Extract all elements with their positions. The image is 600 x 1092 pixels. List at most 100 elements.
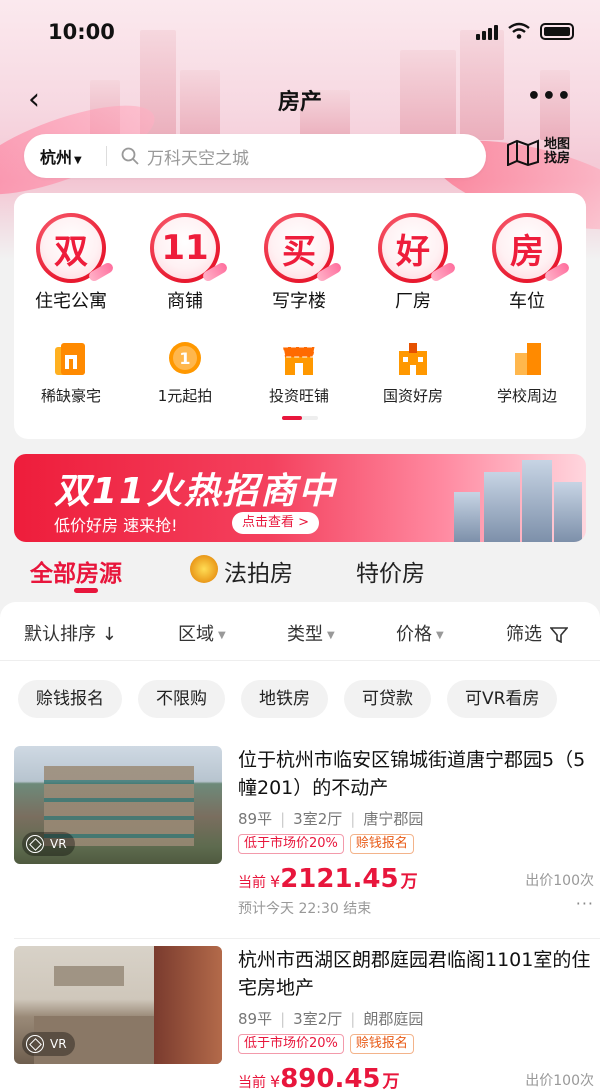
category-label: 住宅公寓 — [35, 291, 107, 312]
double11-badge-icon: 好 — [378, 213, 457, 283]
tab-judicial[interactable]: 法拍房 — [224, 554, 293, 588]
badge-glyph: 好 — [396, 231, 430, 272]
listing-item[interactable]: VR 杭州市西湖区朗郡庭园君临阁1101室的住宅房地产 89平 | 3室2厅 | 朗郡庭… — [14, 946, 600, 1092]
tab-discount[interactable]: 特价房 — [356, 554, 425, 588]
promo-subtitle: 低价好房 速来抢! — [54, 516, 178, 535]
listing-item[interactable]: VR 位于杭州市临安区锦城街道唐宁郡园5（5幢201）的不动产 89平 | 3室2厅… — [14, 746, 600, 930]
vr-badge: VR — [22, 1032, 75, 1056]
divider — [14, 938, 600, 939]
page-indicator — [282, 416, 318, 420]
vr-label: VR — [50, 837, 67, 851]
category-office[interactable]: 买 写字楼 — [242, 213, 356, 313]
filter-area[interactable]: 区域 ▼ — [178, 620, 226, 646]
city-selector[interactable]: 杭州 ▼ — [24, 144, 106, 168]
listing-area: 89平 — [238, 810, 273, 828]
category-label: 车位 — [509, 291, 545, 312]
category-label: 稀缺豪宅 — [40, 387, 101, 405]
filter-price-label: 价格 — [396, 624, 432, 645]
category-luxury[interactable]: 稀缺豪宅 — [14, 339, 128, 406]
double11-badge-icon: 房 — [492, 213, 571, 283]
chip-vr-view[interactable]: 可VR看房 — [447, 680, 558, 718]
listing-meta: 89平 | 3室2厅 | 朗郡庭园 — [238, 1010, 424, 1028]
listing-panel: 默认排序 ↓ 区域 ▼ 类型 ▼ 价格 ▼ 筛选 赊钱报名 不限购 地铁房 可贷款 可… — [0, 602, 600, 1092]
map-search-button[interactable]: 地图找房 — [506, 138, 574, 166]
filter-label: 筛选 — [506, 624, 542, 645]
vr-icon — [26, 835, 44, 853]
status-bar: 10:00 — [0, 18, 600, 48]
funnel-icon — [548, 627, 569, 644]
category-investment-shop[interactable]: 投资旺铺 — [242, 339, 356, 406]
quick-filter-chips: 赊钱报名 不限购 地铁房 可贷款 可VR看房 — [18, 680, 600, 718]
divider — [106, 146, 107, 166]
status-time: 10:00 — [48, 20, 115, 44]
category-state-owned[interactable]: 国资好房 — [356, 339, 470, 406]
sort-bar: 默认排序 ↓ 区域 ▼ 类型 ▼ 价格 ▼ 筛选 — [0, 620, 600, 650]
bid-count: 出价100次 — [525, 873, 594, 889]
listing-layout: 3室2厅 — [293, 810, 343, 828]
listing-meta: 89平 | 3室2厅 | 唐宁郡园 — [238, 810, 424, 828]
filter-price[interactable]: 价格 ▼ — [396, 620, 444, 646]
chip-metro[interactable]: 地铁房 — [241, 680, 328, 718]
category-label: 厂房 — [395, 291, 431, 312]
bid-count: 出价100次 — [525, 1073, 594, 1089]
badge-glyph: 买 — [282, 231, 316, 272]
discount-tag: 低于市场价20% — [238, 834, 344, 854]
category-card: 双 住宅公寓 11 商铺 买 写字楼 好 厂房 房 车位 稀缺豪宅 1 1元起拍… — [14, 193, 586, 439]
search-input[interactable]: 万科天空之城 — [147, 144, 249, 169]
mansion-icon — [55, 343, 85, 375]
currency-symbol: ¥ — [270, 872, 281, 891]
category-label: 学校周边 — [496, 387, 557, 405]
promo-cta-button[interactable]: 点击查看 > — [232, 512, 320, 534]
search-icon — [121, 147, 139, 165]
vr-label: VR — [50, 1037, 67, 1051]
filter-button[interactable]: 筛选 — [506, 620, 569, 646]
category-label: 投资旺铺 — [268, 387, 329, 405]
price-label: 当前 — [238, 875, 266, 891]
chip-deposit-signup[interactable]: 赊钱报名 — [18, 680, 122, 718]
more-button[interactable]: ••• — [527, 84, 572, 109]
category-parking[interactable]: 房 车位 — [470, 213, 584, 313]
tab-all[interactable]: 全部房源 — [30, 554, 122, 588]
page-title: 房产 — [277, 90, 322, 115]
signal-icon — [476, 25, 498, 40]
listing-price: 当前 ¥2121.45 万 — [238, 864, 418, 894]
deposit-tag: 赊钱报名 — [349, 1034, 414, 1054]
coin-icon: 1 — [169, 342, 201, 374]
category-one-yuan[interactable]: 1 1元起拍 — [128, 339, 242, 406]
category-school-district[interactable]: 学校周边 — [470, 339, 584, 406]
price-value: 2121.45 — [280, 864, 399, 894]
shop-icon — [282, 346, 316, 375]
listing-price: 当前 ¥890.45 万 — [238, 1064, 400, 1092]
category-label: 商铺 — [167, 291, 203, 312]
chip-loanable[interactable]: 可贷款 — [344, 680, 431, 718]
category-residential[interactable]: 双 住宅公寓 — [14, 213, 128, 313]
badge-glyph: 双 — [54, 231, 88, 272]
category-label: 1元起拍 — [157, 387, 213, 405]
more-options-icon[interactable]: ··· — [576, 894, 594, 913]
category-label: 写字楼 — [272, 291, 326, 312]
nav-bar: ‹ 房产 ••• — [0, 78, 600, 118]
state-building-icon — [399, 343, 427, 375]
listing-title: 杭州市西湖区朗郡庭园君临阁1101室的住宅房地产 — [238, 949, 591, 999]
currency-symbol: ¥ — [270, 1072, 281, 1091]
battery-icon — [540, 23, 574, 40]
promo-banner[interactable]: 双11火热招商中 低价好房 速来抢! 点击查看 > — [14, 454, 586, 542]
listing-area: 89平 — [238, 1010, 273, 1028]
filter-type-label: 类型 — [287, 624, 323, 645]
price-unit: 万 — [382, 1072, 400, 1092]
court-emblem-icon — [190, 555, 218, 583]
promo-title: 双11火热招商中 — [54, 471, 337, 512]
chip-no-purchase-limit[interactable]: 不限购 — [138, 680, 225, 718]
end-time: 预计今天 22:30 结束 — [238, 901, 372, 917]
price-value: 890.45 — [280, 1064, 381, 1092]
category-factory[interactable]: 好 厂房 — [356, 213, 470, 313]
category-shop[interactable]: 11 商铺 — [128, 213, 242, 313]
wifi-icon — [508, 22, 530, 39]
price-unit: 万 — [400, 872, 418, 892]
sort-default[interactable]: 默认排序 ↓ — [24, 620, 117, 646]
filter-type[interactable]: 类型 ▼ — [287, 620, 335, 646]
listing-photo: VR — [14, 946, 222, 1064]
listing-photo: VR — [14, 746, 222, 864]
caret-down-icon: ▼ — [327, 629, 335, 641]
search-bar: 杭州 ▼ 万科天空之城 — [24, 134, 486, 178]
